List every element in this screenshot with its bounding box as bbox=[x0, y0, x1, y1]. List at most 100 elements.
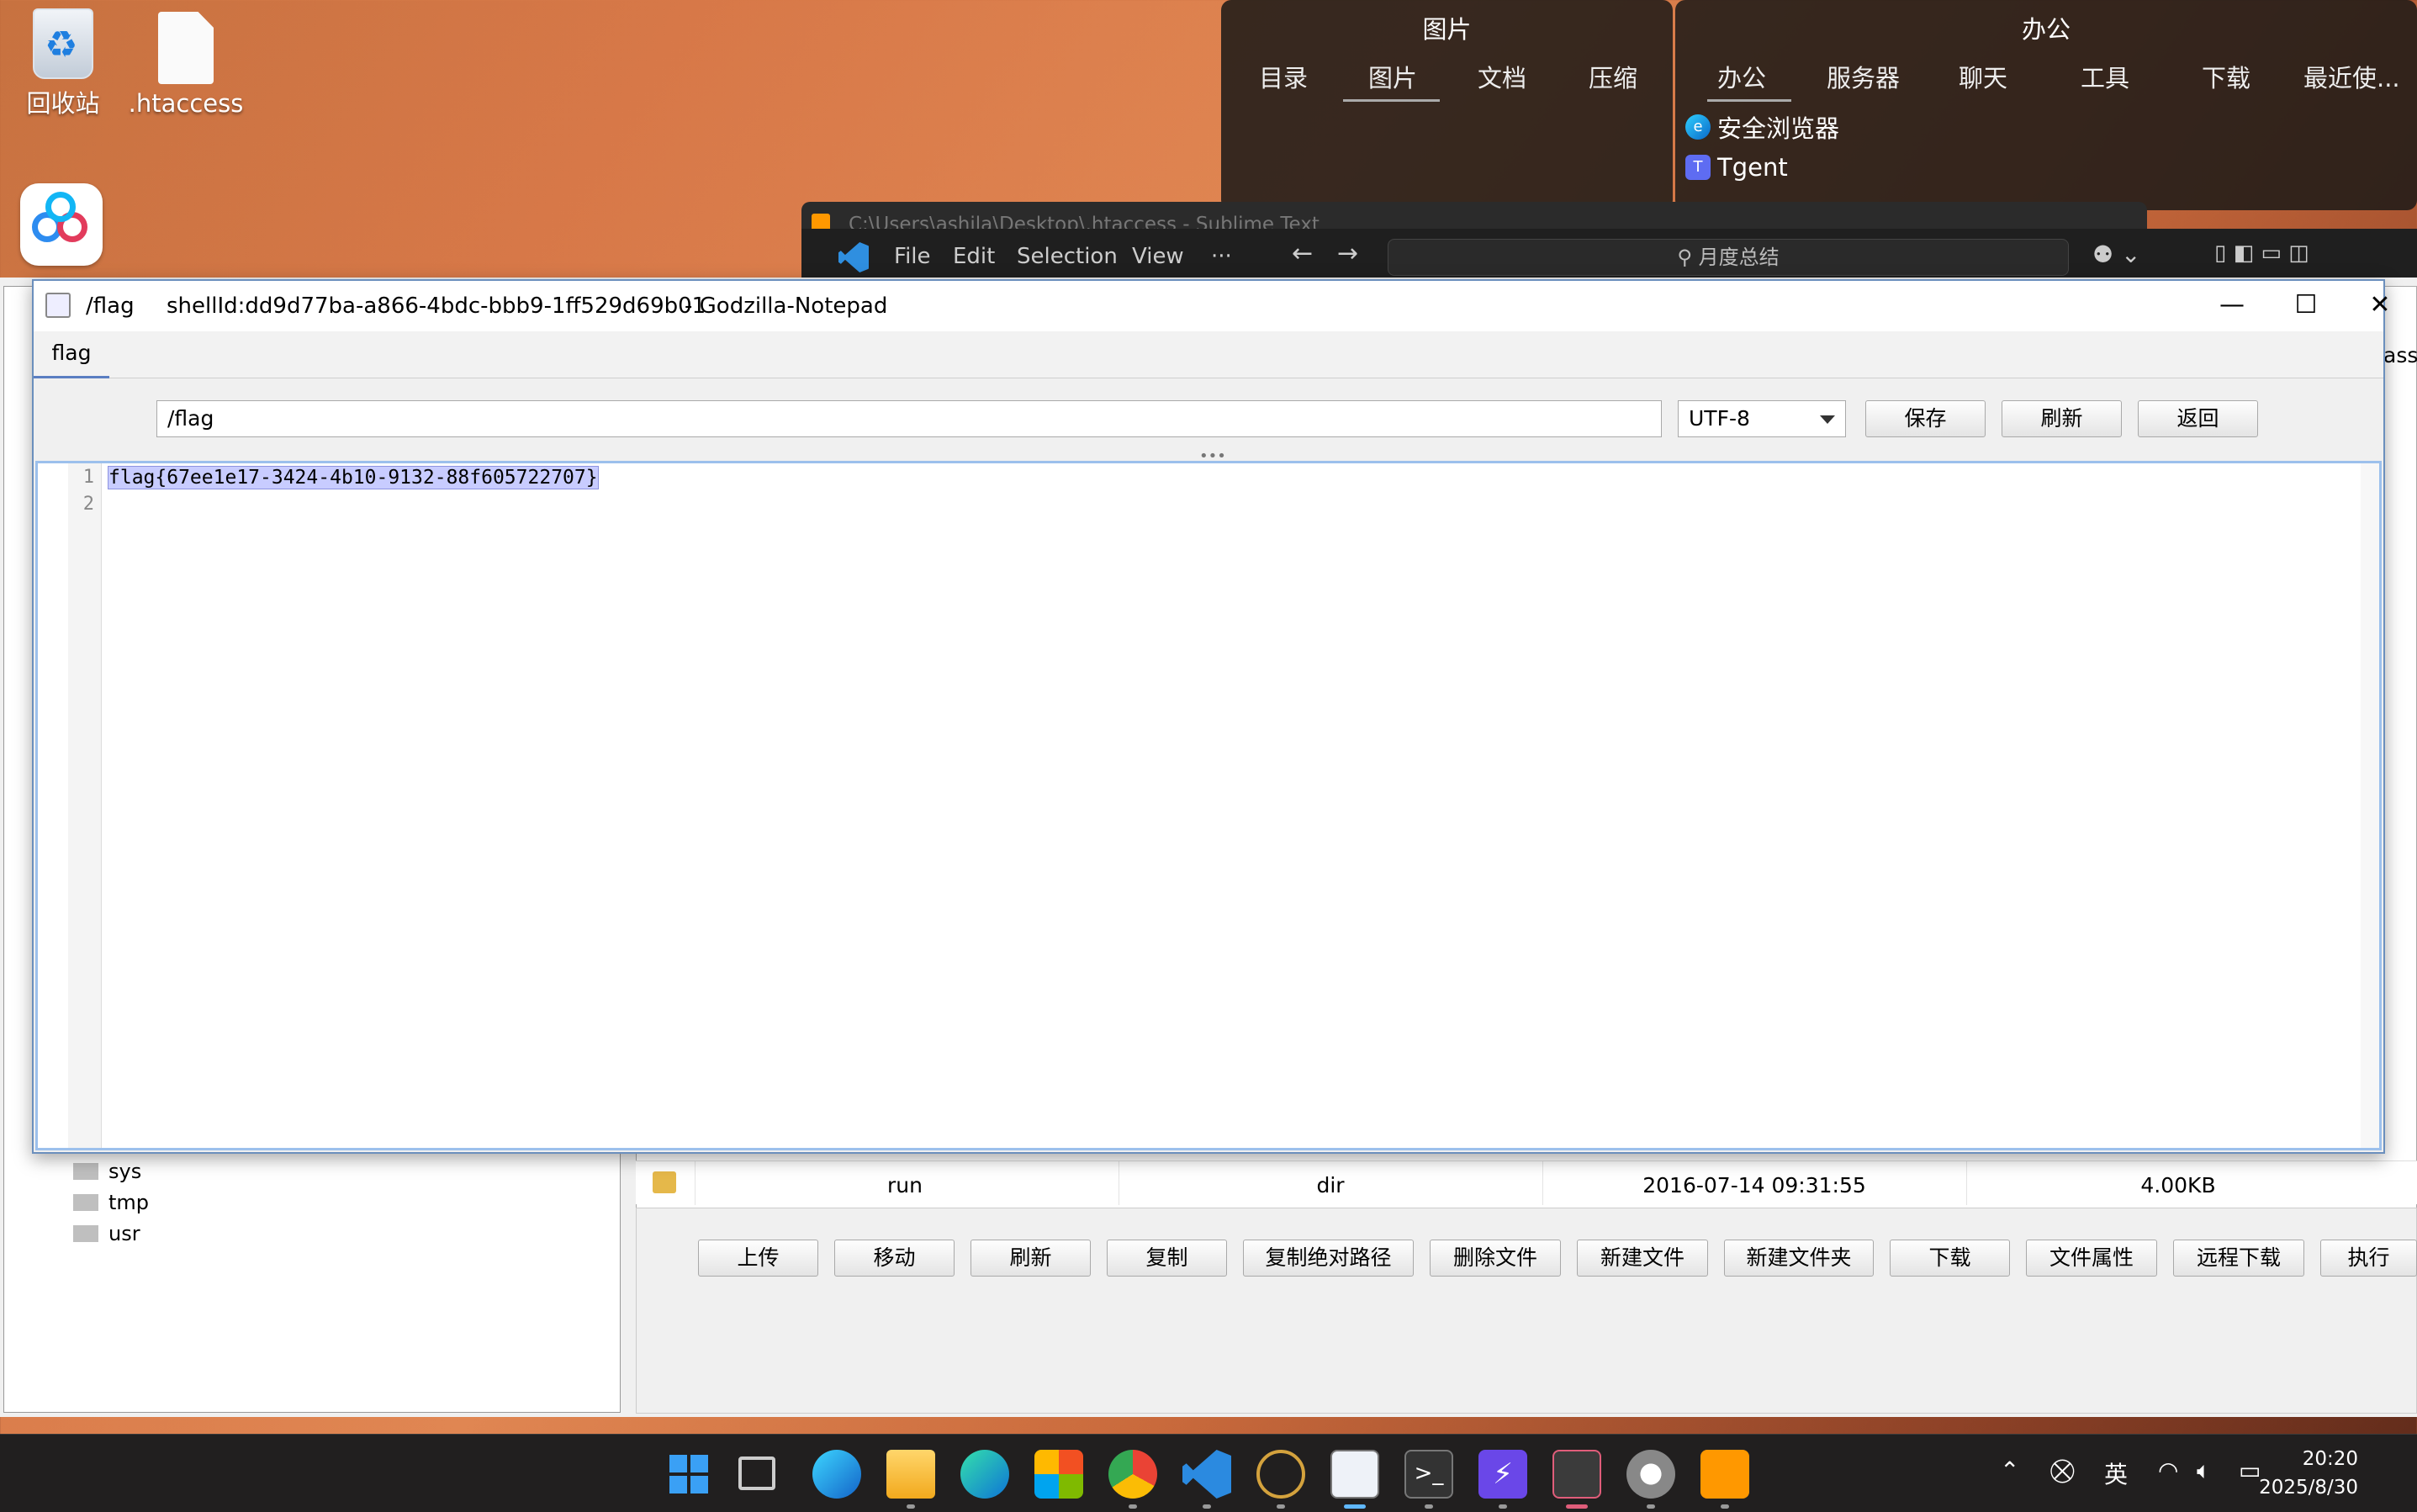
code-line-1[interactable]: flag{67ee1e17-3424-4b10-9132-88f60572270… bbox=[108, 466, 599, 489]
vscode-menu-view[interactable]: View bbox=[1132, 244, 1184, 269]
desktop-icon-label: 回收站 bbox=[26, 89, 100, 118]
network-muted-icon[interactable]: ⛒ bbox=[2050, 1456, 2075, 1485]
file-explorer-icon[interactable] bbox=[886, 1450, 935, 1499]
chrome-icon[interactable] bbox=[1108, 1450, 1157, 1499]
tool-icon[interactable]: ⚡ bbox=[1478, 1450, 1527, 1499]
title-bar[interactable]: /flag shellId:dd9d77ba-a866-4bdc-bbb9-1f… bbox=[34, 281, 2391, 331]
save-button[interactable]: 保存 bbox=[1865, 400, 1986, 437]
running-indicator bbox=[1129, 1504, 1137, 1509]
widget-tab[interactable]: 压缩 bbox=[1589, 59, 1637, 94]
vscode-menu-file[interactable]: File bbox=[894, 244, 931, 269]
layout-icon[interactable]: ▯ ◧ ▭ ◫ bbox=[2214, 241, 2309, 266]
vscode-menu-more[interactable]: ··· bbox=[1211, 244, 1232, 269]
execute-button[interactable]: 执行 bbox=[2320, 1240, 2417, 1277]
clock[interactable]: 20:20 2025/8/30 bbox=[2259, 1445, 2358, 1502]
encoding-select[interactable]: UTF-8 bbox=[1678, 400, 1846, 437]
running-indicator bbox=[1203, 1504, 1211, 1509]
tab-flag[interactable]: flag bbox=[34, 331, 109, 378]
path-field[interactable]: /flag bbox=[156, 400, 1662, 437]
game-icon[interactable] bbox=[1626, 1450, 1675, 1499]
refresh-button[interactable]: 刷新 bbox=[971, 1240, 1091, 1277]
widget-tab[interactable]: 工具 bbox=[2081, 59, 2129, 94]
recycle-bin-icon bbox=[33, 8, 93, 79]
clock-time: 20:20 bbox=[2302, 1448, 2358, 1470]
code-line-2[interactable] bbox=[108, 494, 598, 521]
widget-tab[interactable]: 办公 bbox=[1717, 59, 1766, 94]
close-button[interactable]: ✕ bbox=[2355, 288, 2405, 325]
download-button[interactable]: 下载 bbox=[1890, 1240, 2010, 1277]
line-number: 1 bbox=[82, 467, 94, 488]
vertical-scrollbar[interactable] bbox=[2361, 463, 2379, 1148]
copy-button[interactable]: 复制 bbox=[1107, 1240, 1227, 1277]
tgent-icon: T bbox=[1685, 155, 1711, 180]
desktop-icon-recycle-bin[interactable]: 回收站 bbox=[0, 8, 126, 119]
tree-item-label: sys bbox=[108, 1160, 142, 1183]
back-button[interactable]: 返回 bbox=[2138, 400, 2258, 437]
widget-title: 图片 bbox=[1422, 15, 1472, 44]
terminal-icon[interactable]: >_ bbox=[1404, 1450, 1453, 1499]
vscode-menu-edit[interactable]: Edit bbox=[953, 244, 995, 269]
copilot-icon[interactable]: ⚉ ⌄ bbox=[2092, 241, 2140, 268]
running-indicator bbox=[1277, 1504, 1285, 1509]
wifi-icon[interactable]: ◠ bbox=[2158, 1456, 2178, 1484]
edge-icon[interactable] bbox=[960, 1450, 1009, 1499]
widget-tab[interactable]: 服务器 bbox=[1827, 59, 1900, 94]
volume-icon[interactable]: 🔈︎ bbox=[2197, 1456, 2211, 1485]
file-size: 4.00KB bbox=[2140, 1173, 2216, 1197]
forward-arrow-icon[interactable]: → bbox=[1337, 239, 1358, 268]
new-file-button[interactable]: 新建文件 bbox=[1577, 1240, 1708, 1277]
task-view-icon[interactable] bbox=[738, 1456, 775, 1490]
vscode-search-placeholder: 月度总结 bbox=[1698, 246, 1780, 269]
maximize-button[interactable]: ☐ bbox=[2281, 288, 2331, 325]
widget-app-browser[interactable]: e 安全浏览器 bbox=[1685, 109, 1839, 145]
upload-button[interactable]: 上传 bbox=[698, 1240, 818, 1277]
edge-beta-icon[interactable] bbox=[812, 1450, 861, 1499]
qq-icon[interactable] bbox=[1552, 1450, 1601, 1499]
widget-tab[interactable]: 下载 bbox=[2202, 59, 2250, 94]
burp-icon[interactable] bbox=[1256, 1450, 1305, 1499]
battery-icon[interactable]: ▭ bbox=[2239, 1456, 2261, 1484]
remote-download-button[interactable]: 远程下载 bbox=[2173, 1240, 2304, 1277]
folder-icon bbox=[73, 1194, 98, 1211]
edge-icon: e bbox=[1685, 114, 1711, 140]
file-properties-button[interactable]: 文件属性 bbox=[2026, 1240, 2157, 1277]
widget-tab[interactable]: 文档 bbox=[1478, 59, 1526, 94]
tab-selected-indicator bbox=[1343, 99, 1440, 102]
vscode-icon[interactable] bbox=[1182, 1450, 1231, 1499]
sublime-icon[interactable] bbox=[1700, 1450, 1749, 1499]
back-arrow-icon[interactable]: ← bbox=[1292, 239, 1313, 268]
widget-tab[interactable]: 图片 bbox=[1368, 59, 1417, 94]
vscode-menu-selection[interactable]: Selection bbox=[1017, 244, 1118, 269]
file-type: dir bbox=[1316, 1173, 1345, 1197]
desktop-icon-htaccess[interactable]: .htaccess bbox=[123, 12, 249, 118]
refresh-button[interactable]: 刷新 bbox=[2002, 400, 2122, 437]
text-editor[interactable]: 1 2 flag{67ee1e17-3424-4b10-9132-88f6057… bbox=[35, 461, 2382, 1150]
tree-item-sys[interactable]: sys bbox=[73, 1160, 141, 1183]
widget-tab[interactable]: 目录 bbox=[1259, 59, 1308, 94]
store-icon[interactable] bbox=[1034, 1450, 1083, 1499]
active-indicator bbox=[1344, 1504, 1366, 1509]
ime-indicator[interactable]: 英 bbox=[2104, 1456, 2128, 1490]
widget-app-tgent[interactable]: T Tgent bbox=[1685, 153, 1788, 182]
widget-tab[interactable]: 聊天 bbox=[1959, 59, 2007, 94]
code-content[interactable]: flag{67ee1e17-3424-4b10-9132-88f60572270… bbox=[108, 463, 599, 521]
file-name: run bbox=[887, 1173, 923, 1197]
clock-date: 2025/8/30 bbox=[2259, 1477, 2358, 1499]
vscode-search-box[interactable]: ⚲ 月度总结 bbox=[1388, 239, 2069, 276]
delete-file-button[interactable]: 删除文件 bbox=[1430, 1240, 1561, 1277]
window-title-app: - Godzilla-Notepad bbox=[685, 293, 888, 319]
table-row[interactable]: run dir 2016-07-14 09:31:55 4.00KB bbox=[636, 1160, 2417, 1205]
copy-absolute-path-button[interactable]: 复制绝对路径 bbox=[1243, 1240, 1414, 1277]
new-folder-button[interactable]: 新建文件夹 bbox=[1724, 1240, 1874, 1277]
tree-item-tmp[interactable]: tmp bbox=[73, 1191, 149, 1214]
running-indicator bbox=[1721, 1504, 1729, 1509]
baidu-netdisk-icon[interactable] bbox=[20, 183, 103, 266]
widget-images: 图片 目录 图片 文档 压缩 bbox=[1221, 0, 1673, 210]
move-button[interactable]: 移动 bbox=[834, 1240, 955, 1277]
tree-item-usr[interactable]: usr bbox=[73, 1222, 140, 1245]
minimize-button[interactable]: — bbox=[2207, 288, 2257, 325]
windows-start-icon[interactable] bbox=[664, 1450, 713, 1499]
chevron-up-icon[interactable]: ⌃ bbox=[2000, 1456, 2019, 1484]
java-icon[interactable] bbox=[1330, 1450, 1379, 1499]
widget-tab[interactable]: 最近使... bbox=[2303, 59, 2400, 94]
